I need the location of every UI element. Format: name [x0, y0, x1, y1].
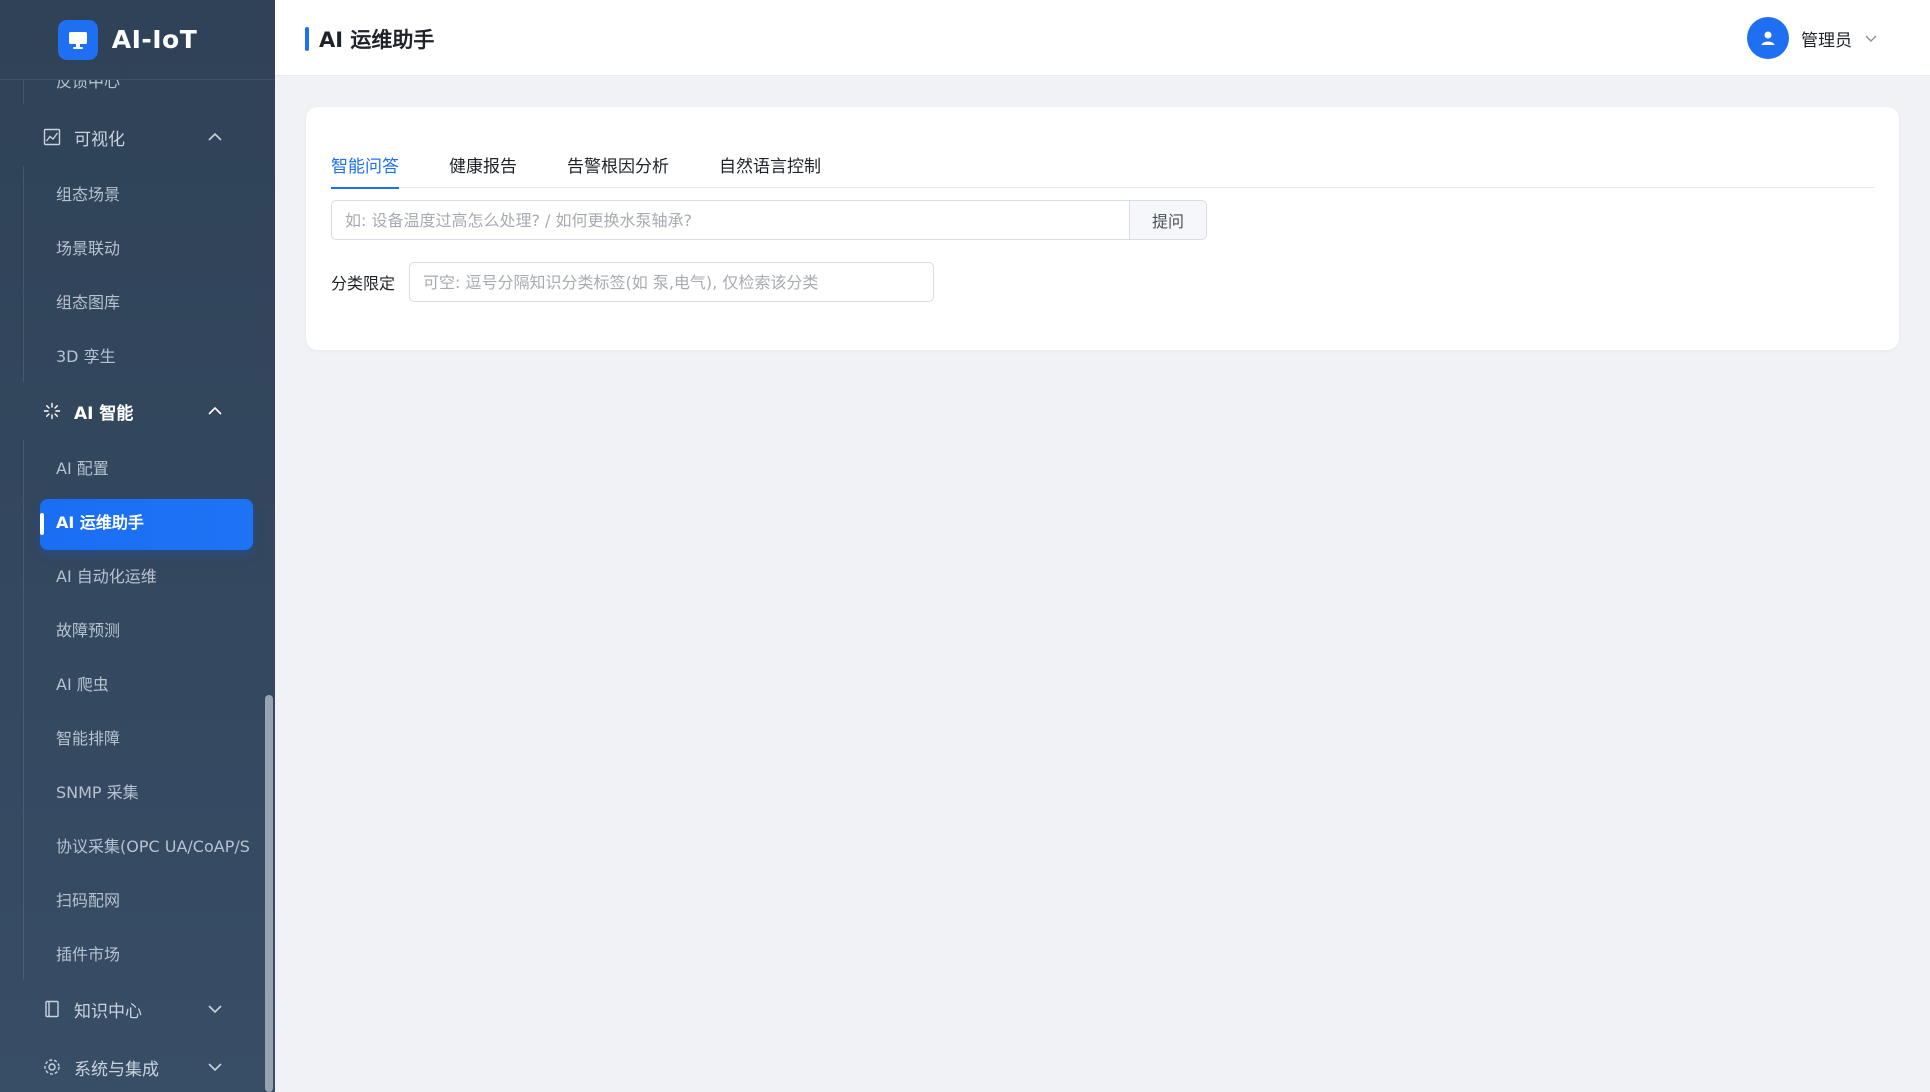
tab-label: 智能问答 — [331, 157, 399, 177]
sidebar-item-protocol-collect[interactable]: 协议采集(OPC UA/CoAP/S — [0, 818, 275, 872]
sidebar-item-label: AI 爬虫 — [56, 675, 109, 694]
sidebar-item-ai-config[interactable]: AI 配置 — [0, 440, 275, 494]
chevron-up-icon — [208, 132, 222, 141]
tab-alarm-root-cause[interactable]: 告警根因分析 — [567, 143, 669, 188]
tab-label: 自然语言控制 — [719, 157, 821, 177]
sidebar: AI-IoT 反馈中心 可视化 组态场景 场景联动 组态图库 3D 孪生 AI … — [0, 0, 275, 1092]
question-row: 提问 — [331, 200, 1207, 240]
category-filter-label: 分类限定 — [331, 274, 396, 293]
sidebar-scrollbar[interactable] — [265, 695, 273, 1092]
sidebar-item-scene-linkage[interactable]: 场景联动 — [0, 220, 275, 274]
tab-smart-qa[interactable]: 智能问答 — [331, 143, 399, 189]
sidebar-item-label: 3D 孪生 — [56, 347, 116, 366]
sidebar-item-label: 反馈中心 — [56, 80, 121, 91]
chevron-down-icon — [208, 1063, 222, 1072]
sidebar-item-label: 智能排障 — [56, 729, 121, 748]
sidebar-item-label: 故障预测 — [56, 621, 121, 640]
sidebar-item-label: 协议采集(OPC UA/CoAP/S — [56, 837, 250, 856]
user-menu[interactable]: 管理员 — [1747, 17, 1878, 59]
sidebar-group-label: 系统与集成 — [74, 1059, 159, 1080]
sidebar-group-knowledge[interactable]: 知识中心 — [0, 980, 275, 1038]
sidebar-group-label: 可视化 — [74, 129, 125, 150]
chevron-down-icon — [208, 1005, 222, 1014]
sidebar-item-label: 场景联动 — [56, 239, 121, 258]
page-title: AI 运维助手 — [319, 28, 435, 52]
page-title-wrap: AI 运维助手 — [305, 24, 434, 54]
sidebar-item-ai-ops-assistant[interactable]: AI 运维助手 — [0, 494, 275, 550]
category-filter-input[interactable] — [409, 262, 935, 302]
sidebar-group-visualization[interactable]: 可视化 — [0, 108, 275, 166]
sidebar-item-label: 插件市场 — [56, 945, 121, 964]
brand[interactable]: AI-IoT — [0, 0, 275, 80]
tab-label: 健康报告 — [449, 157, 517, 177]
sidebar-item-3d-twin[interactable]: 3D 孪生 — [0, 328, 275, 382]
assistant-card: 智能问答 健康报告 告警根因分析 自然语言控制 提问 分类限定 — [306, 107, 1899, 350]
sidebar-item-config-scene[interactable]: 组态场景 — [0, 166, 275, 220]
sidebar-item-label: SNMP 采集 — [56, 783, 139, 802]
tab-health-report[interactable]: 健康报告 — [449, 143, 517, 188]
tab-bar: 智能问答 健康报告 告警根因分析 自然语言控制 — [331, 143, 1874, 189]
chevron-down-icon[interactable] — [1864, 31, 1878, 45]
category-filter-row: 分类限定 — [331, 262, 935, 302]
sidebar-item-label: 扫码配网 — [56, 891, 121, 910]
sidebar-item-scan-provision[interactable]: 扫码配网 — [0, 872, 275, 926]
sidebar-item-label: 组态图库 — [56, 293, 121, 312]
sidebar-group-label: 知识中心 — [74, 1001, 142, 1022]
sidebar-group-ai[interactable]: AI 智能 — [0, 382, 275, 440]
sidebar-item-ai-automation[interactable]: AI 自动化运维 — [0, 548, 275, 602]
user-name: 管理员 — [1801, 30, 1852, 51]
sidebar-item-label: AI 配置 — [56, 459, 109, 478]
tab-nl-control[interactable]: 自然语言控制 — [719, 143, 821, 188]
title-accent-bar — [305, 27, 309, 51]
user-icon — [1761, 31, 1775, 45]
ai-spark-icon — [42, 401, 62, 421]
question-input[interactable] — [331, 200, 1129, 240]
sidebar-group-system[interactable]: 系统与集成 — [0, 1038, 275, 1092]
brand-title: AI-IoT — [111, 25, 198, 54]
tab-label: 告警根因分析 — [567, 157, 669, 177]
sidebar-item-plugin-market[interactable]: 插件市场 — [0, 926, 275, 980]
sidebar-item-label: AI 自动化运维 — [56, 567, 157, 586]
sidebar-group-label: AI 智能 — [74, 403, 134, 424]
sidebar-item-label: AI 运维助手 — [56, 513, 144, 532]
sidebar-item-feedback[interactable]: 反馈中心 — [0, 80, 275, 104]
gear-icon — [42, 1057, 62, 1077]
chart-image-icon — [42, 127, 62, 147]
sidebar-item-snmp[interactable]: SNMP 采集 — [0, 764, 275, 818]
sidebar-item-config-gallery[interactable]: 组态图库 — [0, 274, 275, 328]
ask-button[interactable]: 提问 — [1129, 200, 1207, 240]
sidebar-item-fault-prediction[interactable]: 故障预测 — [0, 602, 275, 656]
sidebar-item-label: 组态场景 — [56, 185, 121, 204]
book-icon — [42, 999, 62, 1019]
chevron-up-icon — [208, 406, 222, 415]
sidebar-item-ai-crawler[interactable]: AI 爬虫 — [0, 656, 275, 710]
top-header: AI 运维助手 管理员 — [275, 0, 1930, 76]
sidebar-menu: 反馈中心 可视化 组态场景 场景联动 组态图库 3D 孪生 AI 智能 AI 配… — [0, 80, 275, 1092]
monitor-icon — [57, 19, 98, 60]
avatar[interactable] — [1747, 17, 1789, 59]
sidebar-item-smart-troubleshoot[interactable]: 智能排障 — [0, 710, 275, 764]
